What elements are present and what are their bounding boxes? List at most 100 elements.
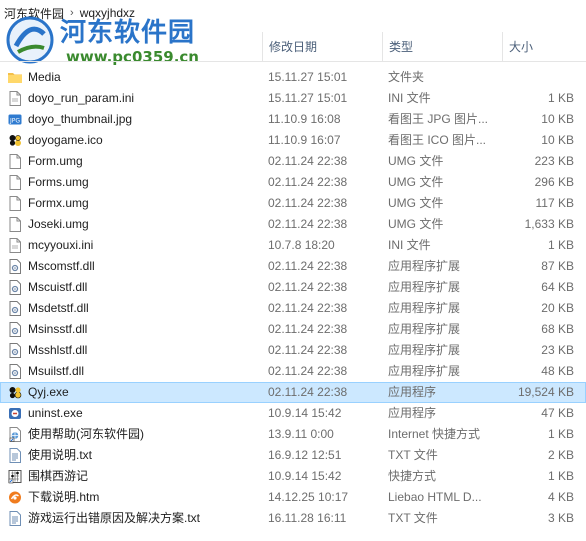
dll-file-icon [8,280,22,295]
file-date: 02.11.24 22:38 [268,301,348,315]
htm-file-icon [8,490,22,505]
dll-file-icon [8,301,22,316]
file-type: 应用程序扩展 [388,280,461,294]
jpg-file-icon: JPG [8,112,22,127]
file-row[interactable]: doyogame.ico 11.10.9 16:07 看图王 ICO 图片... 10… [0,130,586,151]
file-row[interactable]: Form.umg 02.11.24 22:38 UMG 文件 223 KB [0,151,586,172]
file-size: 1 KB [547,91,574,105]
file-date: 02.11.24 22:38 [268,154,348,168]
file-icon [8,217,22,232]
breadcrumb-current[interactable]: wqxyjhdxz [80,6,135,20]
file-row[interactable]: Qyj.exe 02.11.24 22:38 应用程序 19,524 KB [0,382,586,403]
file-size: 64 KB [541,280,574,294]
file-row[interactable]: Forms.umg 02.11.24 22:38 UMG 文件 296 KB [0,172,586,193]
file-name: Form.umg [28,154,83,168]
internet-shortcut-icon [8,427,22,442]
file-row[interactable]: JPG doyo_thumbnail.jpg 11.10.9 16:08 看图王 JP… [0,109,586,130]
file-name: Msuilstf.dll [28,364,85,378]
svg-text:JPG: JPG [9,118,20,125]
file-type: 看图王 JPG 图片... [388,112,489,126]
file-name: doyo_run_param.ini [28,91,135,105]
file-date: 13.9.11 0:00 [268,427,334,441]
file-row[interactable]: 使用帮助(河东软件园) 13.9.11 0:00 Internet 快捷方式 1 KB [0,424,586,445]
file-name: Msshlstf.dll [28,343,88,357]
file-date: 16.11.28 16:11 [268,511,347,525]
file-row[interactable]: mcyyouxi.ini 10.7.8 18:20 INI 文件 1 KB [0,235,586,256]
file-date: 02.11.24 22:38 [268,196,348,210]
file-row[interactable]: Msinsstf.dll 02.11.24 22:38 应用程序扩展 68 KB [0,319,586,340]
ini-file-icon [8,91,22,106]
file-type: 应用程序扩展 [388,259,461,273]
file-row[interactable]: doyo_run_param.ini 15.11.27 15:01 INI 文件 1 … [0,88,586,109]
file-row[interactable]: Joseki.umg 02.11.24 22:38 UMG 文件 1,633 KB [0,214,586,235]
column-header-type[interactable]: 类型 [382,32,502,62]
file-row[interactable]: 游戏运行出错原因及解决方案.txt 16.11.28 16:11 TXT 文件 3 K… [0,508,586,529]
file-type: 应用程序扩展 [388,343,461,357]
file-name: Mscuistf.dll [28,280,88,294]
file-type: 应用程序 [388,385,437,399]
file-size: 87 KB [541,259,574,273]
file-name: Forms.umg [28,175,89,189]
file-name: Mscomstf.dll [28,259,95,273]
dll-file-icon [8,364,22,379]
file-name: 下载说明.htm [28,490,100,504]
file-row[interactable]: Msshlstf.dll 02.11.24 22:38 应用程序扩展 23 KB [0,340,586,361]
file-date: 02.11.24 22:38 [268,322,348,336]
file-date: 10.7.8 18:20 [268,238,335,252]
file-date: 10.9.14 15:42 [268,469,342,483]
file-row[interactable]: 下载说明.htm 14.12.25 10:17 Liebao HTML D... 4 … [0,487,586,508]
file-date: 11.10.9 16:07 [268,133,341,147]
file-size: 1 KB [547,238,574,252]
file-name: Msdetstf.dll [28,301,89,315]
file-name: Msinsstf.dll [28,322,88,336]
file-size: 117 KB [535,196,574,210]
file-name: 使用说明.txt [28,448,93,462]
file-row[interactable]: uninst.exe 10.9.14 15:42 应用程序 47 KB [0,403,586,424]
file-size: 3 KB [547,511,574,525]
file-type: UMG 文件 [388,217,444,231]
file-name: 游戏运行出错原因及解决方案.txt [28,511,201,525]
file-name: Media [28,70,61,84]
file-name: Formx.umg [28,196,89,210]
file-date: 02.11.24 22:38 [268,280,348,294]
file-size: 19,524 KB [517,385,574,399]
file-date: 15.11.27 15:01 [268,91,348,105]
file-type: 快捷方式 [388,469,437,483]
file-row[interactable]: Msdetstf.dll 02.11.24 22:38 应用程序扩展 20 KB [0,298,586,319]
file-row[interactable]: Mscuistf.dll 02.11.24 22:38 应用程序扩展 64 KB [0,277,586,298]
file-type: 应用程序 [388,406,437,420]
file-date: 11.10.9 16:08 [268,112,341,126]
file-type: TXT 文件 [388,448,438,462]
file-row[interactable]: 围棋西游记 10.9.14 15:42 快捷方式 1 KB [0,466,586,487]
column-header: 修改日期 类型 大小 [0,32,586,62]
file-row[interactable]: Media 15.11.27 15:01 文件夹 [0,67,586,88]
file-row[interactable]: Formx.umg 02.11.24 22:38 UMG 文件 117 KB [0,193,586,214]
file-name: 使用帮助(河东软件园) [28,427,144,441]
file-size: 1 KB [547,469,574,483]
file-size: 48 KB [541,364,574,378]
file-icon [8,154,22,169]
column-header-date[interactable]: 修改日期 [262,32,382,62]
breadcrumb-parent[interactable]: 河东软件园 [4,5,64,22]
file-row[interactable]: Msuilstf.dll 02.11.24 22:38 应用程序扩展 48 KB [0,361,586,382]
file-type: Internet 快捷方式 [388,427,481,441]
file-date: 02.11.24 22:38 [268,364,348,378]
file-type: TXT 文件 [388,511,438,525]
file-name: uninst.exe [28,406,83,420]
ico-file-icon [8,133,22,148]
file-size: 1,633 KB [524,217,574,231]
file-size: 68 KB [541,322,574,336]
file-size: 23 KB [541,343,574,357]
file-size: 1 KB [547,427,574,441]
dll-file-icon [8,343,22,358]
file-row[interactable]: 使用说明.txt 16.9.12 12:51 TXT 文件 2 KB [0,445,586,466]
file-name: mcyyouxi.ini [28,238,94,252]
column-header-size[interactable]: 大小 [502,32,586,62]
ini-file-icon [8,238,22,253]
file-size: 10 KB [541,112,574,126]
file-date: 02.11.24 22:38 [268,217,348,231]
file-size: 2 KB [547,448,574,462]
file-date: 14.12.25 10:17 [268,490,349,504]
file-name: doyo_thumbnail.jpg [28,112,133,126]
file-row[interactable]: Mscomstf.dll 02.11.24 22:38 应用程序扩展 87 KB [0,256,586,277]
